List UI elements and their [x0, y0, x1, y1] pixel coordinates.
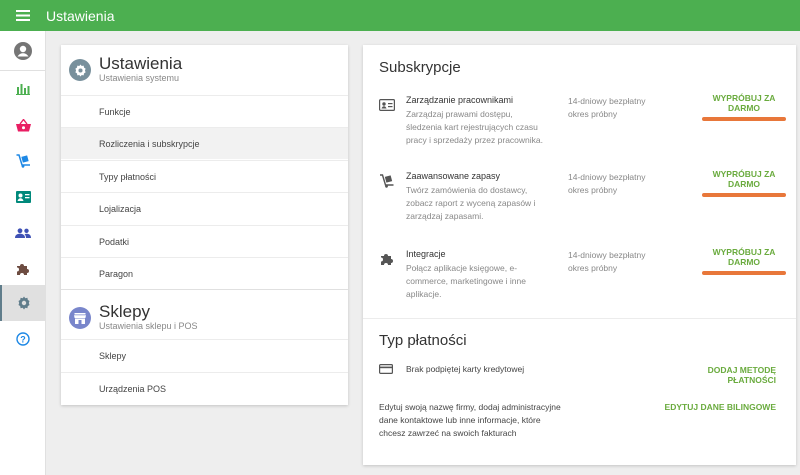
bar-chart-icon	[16, 84, 30, 95]
nav-item-funkcje[interactable]: Funkcje	[61, 95, 348, 127]
rail-inventory[interactable]	[0, 143, 46, 179]
subscription-name: Zarządzanie pracownikami	[406, 95, 514, 105]
payment-title: Typ płatności	[379, 332, 467, 349]
stores-section-title: Sklepy	[99, 302, 151, 321]
dolly-icon	[16, 154, 30, 168]
add-payment-method-button[interactable]: DODAJ METODĘ PŁATNOŚCI	[658, 365, 776, 385]
subscription-row: Zarządzanie pracownikami Zarządzaj prawa…	[363, 90, 796, 162]
settings-section-header: Ustawienia Ustawienia systemu	[61, 45, 348, 95]
contact-card-icon	[15, 191, 31, 203]
stores-section-subtitle: Ustawienia sklepu i POS	[99, 321, 198, 331]
account-icon	[14, 42, 32, 60]
rail-reports[interactable]	[0, 71, 46, 107]
payment-card-status: Brak podpiętej karty kredytowej	[406, 364, 525, 374]
subscription-description: Zarządzaj prawami dostępu, śledzenia kar…	[406, 109, 544, 145]
subscriptions-title: Subskrypcje	[379, 59, 461, 76]
edit-billing-button[interactable]: EDYTUJ DANE BILINGOWE	[643, 402, 776, 412]
gear-icon	[18, 296, 30, 310]
puzzle-icon	[381, 254, 393, 265]
section-divider	[61, 289, 348, 290]
card-divider	[363, 318, 796, 319]
help-icon: ?	[16, 332, 30, 346]
subscription-trial: 14-dniowy bezpłatny okres próbny	[568, 172, 646, 195]
rail-employees[interactable]	[0, 179, 46, 215]
subscription-description: Połącz aplikacje księgowe, e-commerce, m…	[406, 263, 526, 299]
nav-item-receipt[interactable]: Paragon	[61, 257, 348, 289]
try-free-button[interactable]: WYPRÓBUJ ZA DARMO	[701, 90, 787, 121]
settings-menu-card: Ustawienia Ustawienia systemu Funkcje Ro…	[61, 45, 348, 405]
try-free-button[interactable]: WYPRÓBUJ ZA DARMO	[701, 166, 787, 197]
nav-item-billing[interactable]: Rozliczenia i subskrypcje	[61, 127, 348, 159]
rail-integrations[interactable]	[0, 251, 46, 287]
rail-account[interactable]	[0, 33, 46, 69]
gear-icon	[74, 63, 86, 77]
subscription-name: Integracje	[406, 249, 446, 259]
hamburger-icon	[16, 10, 30, 21]
subscription-description: Twórz zamówienia do dostawcy, zobacz rap…	[406, 185, 536, 221]
settings-section-subtitle: Ustawienia systemu	[99, 73, 180, 83]
nav-item-loyalty[interactable]: Lojalizacja	[61, 192, 348, 224]
menu-button[interactable]	[0, 0, 46, 31]
puzzle-icon	[17, 264, 29, 275]
nav-item-payment-types[interactable]: Typy płatności	[61, 160, 348, 192]
nav-item-pos-devices[interactable]: Urządzenia POS	[61, 372, 348, 404]
contact-card-icon	[379, 99, 395, 111]
basket-icon	[15, 118, 31, 131]
stores-section-icon	[69, 307, 91, 329]
app-bar: Ustawienia	[0, 0, 800, 31]
people-icon	[15, 228, 31, 238]
try-free-button[interactable]: WYPRÓBUJ ZA DARMO	[701, 244, 787, 275]
rail-customers[interactable]	[0, 215, 46, 251]
credit-card-icon	[379, 364, 393, 374]
page-title: Ustawienia	[46, 7, 115, 24]
settings-section-title: Ustawienia	[99, 54, 183, 73]
subscription-trial: 14-dniowy bezpłatny okres próbny	[568, 250, 646, 273]
dolly-icon	[380, 174, 394, 188]
subscription-trial: 14-dniowy bezpłatny okres próbny	[568, 96, 646, 119]
subscription-row: Zaawansowane zapasy Twórz zamówienia do …	[363, 166, 796, 238]
rail-sales[interactable]	[0, 107, 46, 143]
settings-section-icon	[69, 59, 91, 81]
nav-item-taxes[interactable]: Podatki	[61, 225, 348, 257]
stores-section-header: Sklepy Ustawienia sklepu i POS	[61, 293, 348, 343]
svg-text:?: ?	[20, 334, 26, 344]
store-icon	[74, 312, 86, 324]
rail-settings[interactable]	[0, 285, 46, 321]
subscription-name: Zaawansowane zapasy	[406, 171, 501, 181]
billing-description: Edytuj swoją nazwę firmy, dodaj administ…	[379, 402, 561, 438]
nav-item-stores[interactable]: Sklepy	[61, 339, 348, 371]
billing-card: Subskrypcje Zarządzanie pracownikami Zar…	[363, 45, 796, 465]
nav-rail: ?	[0, 31, 46, 475]
subscription-row: Integracje Połącz aplikacje księgowe, e-…	[363, 244, 796, 316]
rail-help[interactable]: ?	[0, 321, 46, 357]
